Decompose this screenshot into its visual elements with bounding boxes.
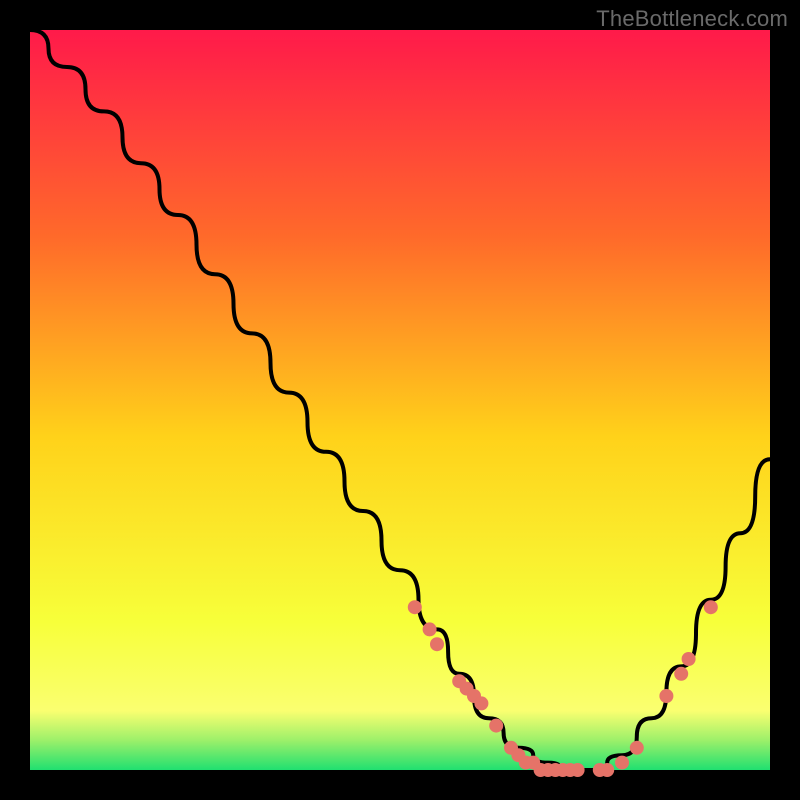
curve-marker: [423, 622, 437, 636]
curve-marker: [489, 719, 503, 733]
curve-marker: [615, 756, 629, 770]
curve-marker: [408, 600, 422, 614]
curve-marker: [571, 763, 585, 777]
curve-marker: [430, 637, 444, 651]
curve-marker: [600, 763, 614, 777]
attribution-text: TheBottleneck.com: [596, 6, 788, 32]
plot-background: [30, 30, 770, 770]
curve-marker: [674, 667, 688, 681]
curve-marker: [630, 741, 644, 755]
bottleneck-chart: [0, 0, 800, 800]
curve-marker: [659, 689, 673, 703]
curve-marker: [682, 652, 696, 666]
curve-marker: [704, 600, 718, 614]
chart-stage: TheBottleneck.com: [0, 0, 800, 800]
curve-marker: [474, 696, 488, 710]
